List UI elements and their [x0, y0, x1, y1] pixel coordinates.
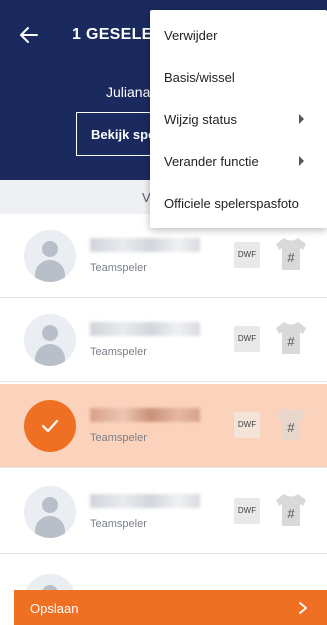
save-label: Opslaan: [30, 601, 79, 616]
shirt-number-icon[interactable]: #: [272, 492, 310, 528]
selected-check-icon[interactable]: [24, 400, 76, 452]
menu-item-label: Verander functie: [164, 154, 259, 169]
player-role: Teamspeler: [90, 432, 147, 444]
dwf-badge: DWF: [234, 326, 260, 352]
menu-item-label: Wijzig status: [164, 112, 237, 127]
svg-text:#: #: [287, 506, 295, 521]
player-name-redacted: [90, 494, 200, 508]
menu-item-label: Officiele spelerspasfoto: [164, 196, 299, 211]
player-name: Juliana: [106, 84, 151, 100]
svg-text:#: #: [287, 334, 295, 349]
player-role: Teamspeler: [90, 346, 147, 358]
avatar-icon: [24, 486, 76, 538]
shirt-number-icon[interactable]: #: [272, 406, 310, 442]
back-arrow-icon[interactable]: [16, 22, 42, 48]
dwf-badge: DWF: [234, 242, 260, 268]
player-name-redacted: [90, 322, 200, 336]
menu-item-label: Basis/wissel: [164, 70, 235, 85]
menu-item-label: Verwijder: [164, 28, 218, 43]
menu-item-delete[interactable]: Verwijder: [150, 15, 327, 57]
submenu-arrow-icon: [299, 156, 304, 166]
dwf-badge: DWF: [234, 498, 260, 524]
avatar-icon: [24, 314, 76, 366]
save-button[interactable]: Opslaan: [14, 590, 327, 625]
svg-text:#: #: [287, 250, 295, 265]
avatar-icon: [24, 230, 76, 282]
menu-item-change-status[interactable]: Wijzig status: [150, 99, 327, 141]
player-name-redacted: [90, 408, 200, 422]
menu-item-change-position[interactable]: Verander functie: [150, 141, 327, 183]
context-menu: Verwijder Basis/wissel Wijzig status Ver…: [150, 10, 327, 228]
shirt-number-icon[interactable]: #: [272, 320, 310, 356]
menu-item-official-photo[interactable]: Officiele spelerspasfoto: [150, 183, 327, 225]
shirt-number-icon[interactable]: #: [272, 236, 310, 272]
chevron-right-icon: [297, 601, 309, 620]
player-role: Teamspeler: [90, 518, 147, 530]
dwf-badge: DWF: [234, 412, 260, 438]
player-row[interactable]: Teamspeler DWF #: [0, 298, 327, 382]
player-row-selected[interactable]: Teamspeler DWF #: [0, 384, 327, 468]
player-role: Teamspeler: [90, 262, 147, 274]
submenu-arrow-icon: [299, 114, 304, 124]
menu-item-lineup-sub[interactable]: Basis/wissel: [150, 57, 327, 99]
player-name-redacted: [90, 238, 200, 252]
svg-text:#: #: [287, 420, 295, 435]
player-row[interactable]: Teamspeler DWF #: [0, 470, 327, 554]
